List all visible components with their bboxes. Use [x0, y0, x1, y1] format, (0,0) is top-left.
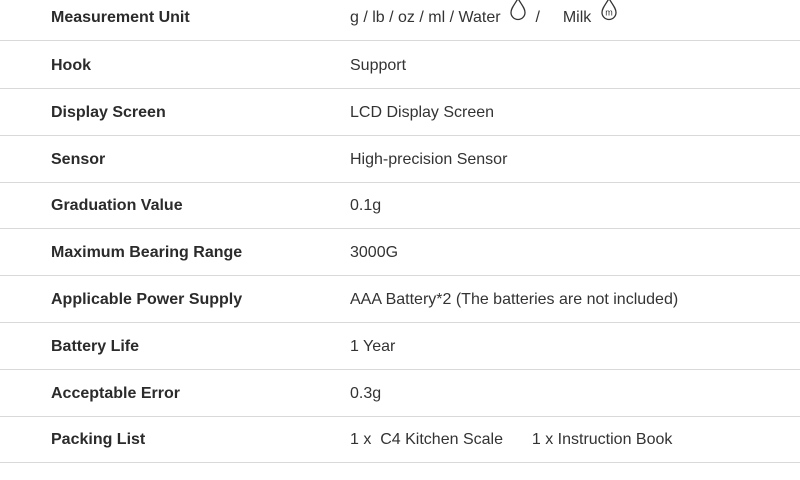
spec-value: 0.3g: [350, 385, 382, 402]
packing-item-instruction-book: 1 x Instruction Book: [531, 431, 673, 448]
spec-value: High-precision Sensor: [350, 151, 508, 168]
spec-row-display-screen: Display Screen LCD Display Screen: [0, 90, 800, 136]
spec-label: Display Screen: [51, 104, 166, 121]
spec-value: LCD Display Screen: [350, 104, 495, 121]
spec-row-graduation-value: Graduation Value 0.1g: [0, 183, 800, 229]
spec-value: Support: [350, 57, 407, 74]
spec-value: g / lb / oz / ml / Water / Milk m: [350, 0, 622, 41]
spec-row-acceptable-error: Acceptable Error 0.3g: [0, 371, 800, 417]
milk-icon-letter: m: [605, 8, 613, 18]
spec-row-battery-life: Battery Life 1 Year: [0, 324, 800, 370]
spec-label: Sensor: [51, 151, 106, 168]
spec-row-measurement-unit: Measurement Unit g / lb / oz / ml / Wate…: [0, 0, 800, 41]
milk-text: Milk: [562, 9, 592, 27]
spec-value: AAA Battery*2 (The batteries are not inc…: [350, 291, 679, 308]
spec-table: Measurement Unit g / lb / oz / ml / Wate…: [0, 0, 800, 480]
water-drop-icon: [509, 0, 527, 40]
spec-label: Measurement Unit: [51, 9, 190, 26]
spec-value: 1 x C4 Kitchen Scale 1 x Instruction Boo…: [350, 417, 672, 463]
spec-value: 3000G: [350, 244, 399, 261]
spec-label: Hook: [51, 57, 91, 74]
spec-label: Battery Life: [51, 338, 140, 355]
water-text: Water: [458, 9, 501, 27]
packing-item-scale: 1 x C4 Kitchen Scale: [350, 431, 503, 448]
spec-row-applicable-power-supply: Applicable Power Supply AAA Battery*2 (T…: [0, 277, 800, 323]
spec-row-sensor: Sensor High-precision Sensor: [0, 137, 800, 183]
spec-label: Applicable Power Supply: [51, 291, 243, 308]
spec-label: Packing List: [51, 431, 146, 448]
spec-label: Graduation Value: [51, 197, 183, 214]
units-text: g / lb / oz / ml /: [350, 9, 455, 27]
milk-drop-icon: m: [600, 0, 618, 40]
spec-label: Maximum Bearing Range: [51, 244, 243, 261]
separator-text: /: [535, 9, 540, 27]
spec-label: Acceptable Error: [51, 385, 180, 402]
spec-value: 0.1g: [350, 197, 382, 214]
spec-row-hook: Hook Support: [0, 43, 800, 89]
spec-row-maximum-bearing-range: Maximum Bearing Range 3000G: [0, 230, 800, 276]
spec-row-packing-list: Packing List 1 x C4 Kitchen Scale 1 x In…: [0, 417, 800, 463]
spec-value: 1 Year: [350, 338, 396, 355]
